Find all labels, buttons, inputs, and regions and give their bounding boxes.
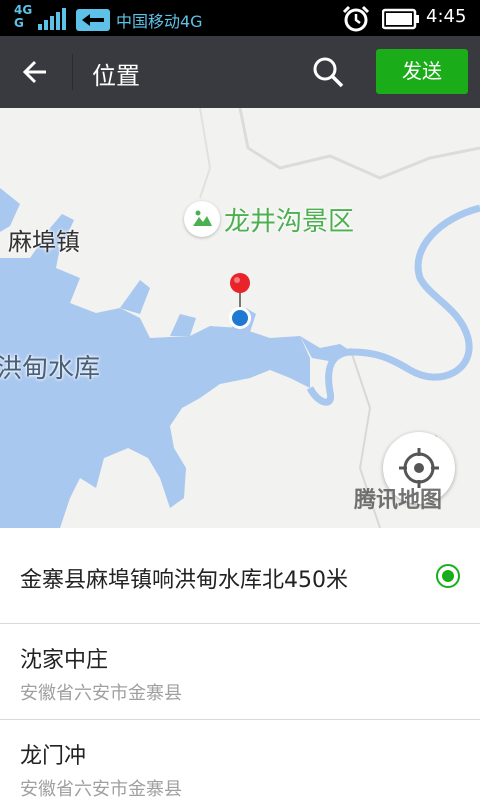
place-title: 沈家中庄 <box>20 648 109 673</box>
places-list: 金寨县麻埠镇响洪甸水库北450米 沈家中庄 安徽省六安市金寨县 龙门冲 安徽省六… <box>0 528 480 800</box>
network-sub-label: G <box>14 16 24 30</box>
signal-icon <box>38 8 66 30</box>
battery-icon <box>382 8 419 30</box>
list-item[interactable]: 沈家中庄 安徽省六安市金寨县 <box>0 624 480 720</box>
page-title: 位置 <box>92 62 140 90</box>
clock: 4:45 <box>426 6 467 27</box>
status-bar: 4G G 中国移动4G 4:45 <box>0 0 480 36</box>
carrier-name: 中国移动4G <box>116 12 203 31</box>
back-arrow-icon[interactable] <box>16 54 56 90</box>
poi-label: 龙井沟景区 <box>224 206 355 237</box>
place-address: 安徽省六安市金寨县 <box>20 683 182 704</box>
title-bar: 位置 发送 <box>0 36 480 108</box>
selected-radio-icon <box>436 564 460 588</box>
map-view[interactable]: 龙井沟景区 麻埠镇 洪甸水库 地 腾讯地图 <box>0 108 480 528</box>
data-swap-icon <box>76 9 110 31</box>
location-pin-icon <box>229 273 251 329</box>
alarm-icon <box>342 5 370 32</box>
place-title: 龙门冲 <box>20 744 87 769</box>
title-divider <box>72 54 73 90</box>
place-address: 安徽省六安市金寨县 <box>20 779 182 800</box>
network-type: 4G G <box>14 4 32 30</box>
list-item[interactable]: 金寨县麻埠镇响洪甸水库北450米 <box>0 528 480 624</box>
map-provider-watermark: 腾讯地图 <box>354 488 443 513</box>
list-item[interactable]: 龙门冲 安徽省六安市金寨县 <box>0 720 480 800</box>
scenic-spot-icon <box>184 201 220 237</box>
send-button[interactable]: 发送 <box>376 49 468 94</box>
town-label: 麻埠镇 <box>8 228 80 256</box>
poi-marker[interactable]: 龙井沟景区 <box>184 199 354 239</box>
reservoir-label: 洪甸水库 <box>0 354 101 384</box>
search-icon[interactable] <box>310 54 346 90</box>
place-title: 金寨县麻埠镇响洪甸水库北450米 <box>20 568 348 593</box>
